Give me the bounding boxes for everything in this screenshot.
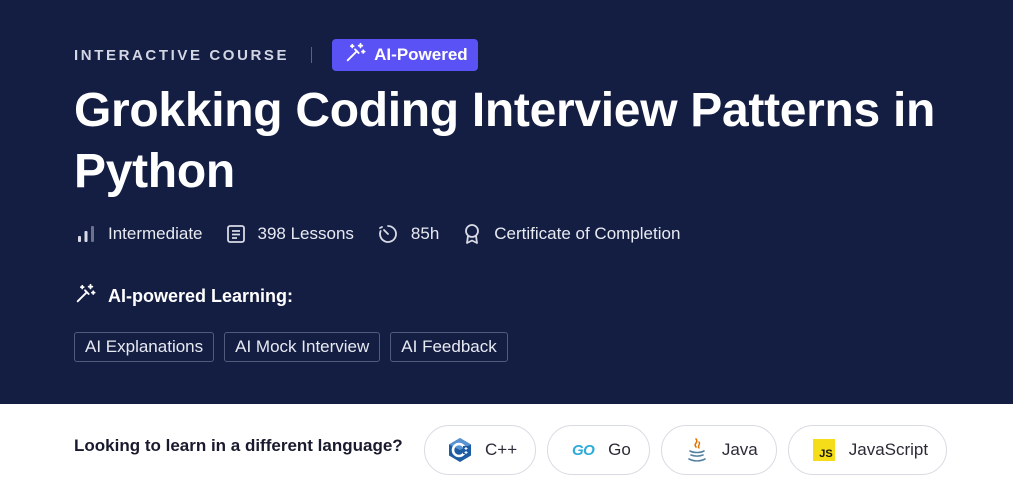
magic-wand-icon bbox=[74, 283, 96, 310]
cpp-icon bbox=[447, 437, 473, 463]
level-bars-icon bbox=[76, 224, 96, 244]
course-title: Grokking Coding Interview Patterns in Py… bbox=[74, 84, 936, 198]
timer-icon bbox=[377, 223, 399, 245]
language-label: C++ bbox=[485, 440, 518, 459]
lessons-text: 398 Lessons bbox=[257, 224, 354, 243]
ai-mock-interview-chip[interactable]: AI Mock Interview bbox=[224, 332, 381, 362]
magic-wand-icon bbox=[344, 42, 366, 69]
language-option-javascript[interactable]: JS JavaScript bbox=[787, 425, 948, 475]
level-meta: Intermediate bbox=[76, 224, 203, 244]
lessons-icon bbox=[226, 224, 246, 244]
language-question: Looking to learn in a different language… bbox=[74, 436, 403, 455]
course-hero: INTERACTIVE COURSE AI-Powered Grokking C… bbox=[0, 0, 1013, 404]
award-ribbon-icon bbox=[462, 223, 482, 245]
language-option-go[interactable]: GO Go bbox=[547, 425, 650, 475]
go-icon: GO bbox=[571, 441, 595, 459]
ai-learning-heading: AI-powered Learning: bbox=[74, 283, 293, 310]
language-label: JavaScript bbox=[848, 440, 929, 459]
language-label: Java bbox=[721, 440, 758, 459]
ai-learning-label: AI-powered Learning: bbox=[108, 286, 294, 306]
lessons-meta: 398 Lessons bbox=[226, 224, 354, 244]
language-options: C++ GO Go Java JS JavaScript bbox=[424, 425, 948, 475]
duration-text: 85h bbox=[410, 224, 440, 243]
javascript-icon-text: JS bbox=[812, 439, 835, 461]
duration-meta: 85h bbox=[377, 223, 439, 245]
level-text: Intermediate bbox=[108, 224, 203, 243]
course-eyebrow: INTERACTIVE COURSE AI-Powered bbox=[74, 39, 478, 71]
language-label: Go bbox=[608, 440, 631, 459]
ai-feedback-chip[interactable]: AI Feedback bbox=[390, 332, 508, 362]
ai-powered-badge-label: AI-Powered bbox=[374, 45, 468, 64]
ai-powered-badge: AI-Powered bbox=[332, 39, 478, 71]
certificate-meta: Certificate of Completion bbox=[462, 223, 680, 245]
java-icon bbox=[684, 437, 710, 463]
language-option-java[interactable]: Java bbox=[660, 425, 777, 475]
ai-explanations-chip[interactable]: AI Explanations bbox=[74, 332, 215, 362]
javascript-icon: JS bbox=[811, 437, 837, 463]
language-option-cpp[interactable]: C++ bbox=[424, 425, 537, 475]
ai-feature-chips: AI Explanations AI Mock Interview AI Fee… bbox=[74, 332, 508, 362]
course-meta: Intermediate 398 Lessons 85h Certificate… bbox=[76, 221, 703, 247]
course-type-label: INTERACTIVE COURSE bbox=[74, 46, 290, 64]
certificate-text: Certificate of Completion bbox=[494, 224, 681, 243]
divider bbox=[311, 47, 313, 63]
